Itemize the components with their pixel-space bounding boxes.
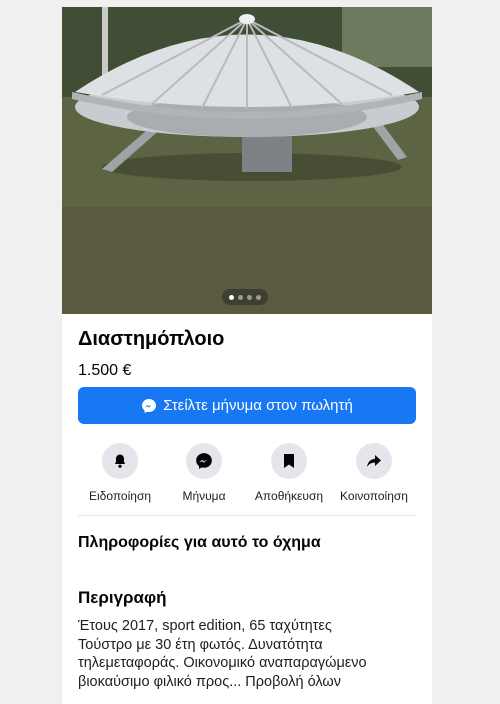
carousel-dot[interactable] xyxy=(247,294,252,300)
description-text[interactable]: Έτους 2017, sport edition, 65 ταχύτητες … xyxy=(78,617,422,691)
bookmark-icon xyxy=(271,443,307,479)
save-button[interactable]: Αποθήκευση xyxy=(243,443,335,503)
carousel-dot[interactable] xyxy=(238,294,243,300)
flying-saucer-photo xyxy=(62,7,432,314)
carousel-dot[interactable] xyxy=(229,294,234,300)
action-bar: Ειδοποίηση Μήνυμα Αποθήκευση Κοινοποίηση xyxy=(62,443,432,509)
messenger-icon xyxy=(141,398,157,414)
messenger-icon xyxy=(186,443,222,479)
description-line: τηλεμεταφοράς. Οικονομικό αναπαραγώμενο xyxy=(78,655,367,671)
message-button[interactable]: Μήνυμα xyxy=(158,443,250,503)
message-seller-label: Στείλτε μήνυμα στον πωλητή xyxy=(163,397,353,414)
listing-price: 1.500 € xyxy=(78,362,132,379)
notify-label: Ειδοποίηση xyxy=(88,489,152,503)
description-heading: Περιγραφή xyxy=(78,588,167,607)
bell-icon xyxy=(102,443,138,479)
divider xyxy=(78,515,416,516)
listing-card: Διαστημόπλοιο 1.500 € Στείλτε μήνυμα στο… xyxy=(62,7,432,704)
listing-photo[interactable] xyxy=(62,7,432,314)
message-seller-button[interactable]: Στείλτε μήνυμα στον πωλητή xyxy=(78,387,416,424)
message-label: Μήνυμα xyxy=(182,489,226,503)
carousel-indicator[interactable] xyxy=(222,289,268,305)
notify-button[interactable]: Ειδοποίηση xyxy=(74,443,166,503)
description-line: Έτους 2017, sport edition, 65 ταχύτητες xyxy=(78,618,332,634)
description-line: Τούστρο με 30 έτη φωτός. Δυνατότητα xyxy=(78,636,323,653)
carousel-dot[interactable] xyxy=(256,294,261,300)
listing-title: Διαστημόπλοιο xyxy=(78,328,225,350)
description-line: βιοκαύσιμο φιλικό προς... Προβολή όλων xyxy=(78,673,341,690)
save-label: Αποθήκευση xyxy=(254,489,324,503)
share-icon xyxy=(356,443,392,479)
share-label: Κοινοποίηση xyxy=(340,489,408,503)
share-button[interactable]: Κοινοποίηση xyxy=(328,443,420,503)
vehicle-info-heading: Πληροφορίες για αυτό το όχημα xyxy=(78,534,321,551)
